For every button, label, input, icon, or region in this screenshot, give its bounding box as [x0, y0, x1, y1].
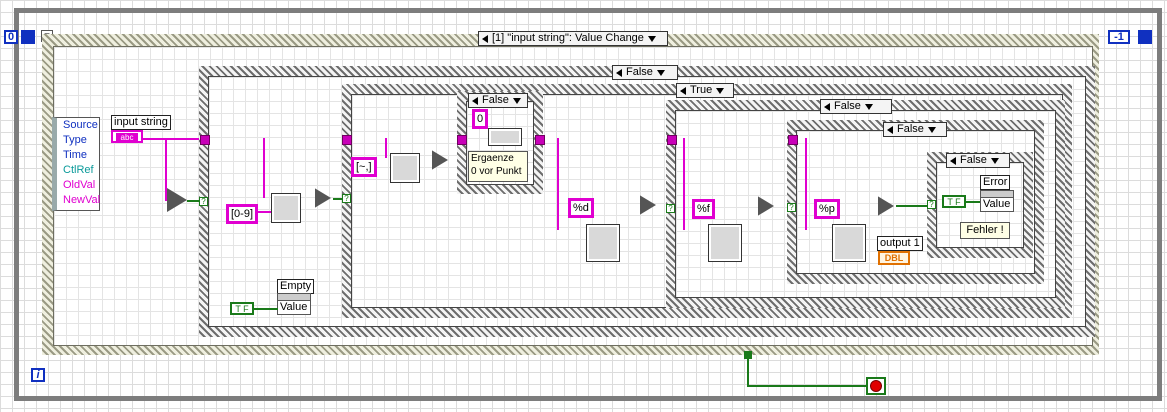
case-1-label: False: [626, 66, 653, 78]
case-5-selector[interactable]: False: [946, 153, 1010, 168]
string-wire-branch[interactable]: [263, 138, 265, 198]
case-selector-terminal[interactable]: ?: [787, 203, 796, 212]
case-small-label: False: [482, 94, 509, 106]
decrement-icon[interactable]: [482, 34, 488, 43]
format-p-constant[interactable]: %p: [814, 199, 840, 219]
dropdown-icon[interactable]: [656, 69, 665, 76]
input-string-label: input string: [111, 115, 171, 130]
bool-wire[interactable]: [896, 205, 928, 207]
output-1-label: output 1: [877, 236, 923, 251]
decrement-icon[interactable]: [887, 125, 893, 134]
bool-wire[interactable]: [966, 201, 980, 203]
empty-label: Empty: [277, 279, 315, 294]
tunnel[interactable]: [667, 135, 677, 145]
event-data-type: Type: [63, 134, 87, 146]
event-data-newval: NewVal: [63, 194, 101, 206]
string-wire[interactable]: [256, 211, 272, 213]
event-case-label: [1] "input string": Value Change: [492, 32, 644, 44]
case-4-label: False: [897, 123, 924, 135]
string-type-icon: abc: [116, 133, 138, 142]
dropdown-icon[interactable]: [864, 103, 873, 110]
case-3-label: False: [834, 100, 861, 112]
event-data-node[interactable]: Source Type Time CtlRef OldVal NewVal: [52, 117, 100, 211]
iteration-terminal: i: [31, 368, 45, 382]
empty-compare[interactable]: [315, 188, 331, 208]
tunnel[interactable]: [457, 135, 467, 145]
dropdown-icon[interactable]: [927, 126, 936, 133]
case-selector-terminal[interactable]: ?: [199, 197, 208, 206]
tunnel[interactable]: [535, 135, 545, 145]
empty-value: Value: [280, 301, 308, 313]
error-label: Error: [980, 175, 1011, 190]
shift-register-right[interactable]: -1: [1108, 30, 1130, 44]
decrement-icon[interactable]: [472, 96, 478, 105]
dropdown-icon[interactable]: [512, 97, 521, 104]
scan-from-string-function[interactable]: [586, 224, 620, 262]
decrement-icon[interactable]: [680, 86, 686, 95]
bool-wire[interactable]: [254, 308, 278, 310]
error-indicator[interactable]: Value: [980, 190, 1014, 212]
string-wire-branch[interactable]: [557, 138, 559, 230]
string-wire-branch[interactable]: [385, 138, 387, 158]
compare-function[interactable]: [758, 196, 774, 216]
case-small-selector[interactable]: False: [468, 93, 528, 108]
regex-digits-constant[interactable]: [0-9]: [226, 204, 259, 224]
empty-string-compare[interactable]: [167, 188, 187, 212]
scan-from-string-function[interactable]: [708, 224, 742, 262]
case-selector-terminal[interactable]: ?: [666, 204, 675, 213]
string-wire-branch[interactable]: [683, 138, 685, 230]
case-1-selector[interactable]: False: [612, 65, 678, 80]
bool-constant[interactable]: T F: [230, 302, 254, 315]
format-f-constant[interactable]: %f: [692, 199, 715, 219]
comment-fehler: Fehler !: [960, 222, 1010, 239]
case-3-selector[interactable]: False: [820, 99, 892, 114]
event-data-ctlref: CtlRef: [63, 164, 94, 176]
case-2-label: True: [690, 84, 713, 96]
dropdown-icon[interactable]: [990, 157, 999, 164]
match-pattern-function[interactable]: [390, 153, 420, 183]
event-case-selector[interactable]: [1] "input string": Value Change: [478, 31, 668, 46]
zero-constant[interactable]: 0: [472, 109, 489, 129]
decrement-icon[interactable]: [824, 102, 830, 111]
case-selector-terminal[interactable]: ?: [927, 200, 936, 209]
compare-function[interactable]: [432, 150, 448, 170]
scan-from-string-function[interactable]: [832, 224, 866, 262]
error-value: Value: [983, 198, 1011, 210]
format-d-constant[interactable]: %d: [568, 198, 594, 218]
bool-wire[interactable]: [747, 358, 749, 386]
case-4-selector[interactable]: False: [883, 122, 947, 137]
match-pattern-function[interactable]: [271, 193, 301, 223]
case-5-label: False: [960, 154, 987, 166]
comment-ergaenze: Ergaenze 0 vor Punkt: [468, 151, 528, 182]
compare-function[interactable]: [640, 195, 656, 215]
concatenate-function[interactable]: [488, 128, 522, 146]
decrement-icon[interactable]: [950, 156, 956, 165]
bool-constant[interactable]: T F: [942, 195, 966, 208]
case-selector-terminal[interactable]: ?: [342, 194, 351, 203]
tunnel[interactable]: [788, 135, 798, 145]
input-string-terminal[interactable]: abc: [111, 130, 143, 143]
case-2-selector[interactable]: True: [676, 83, 734, 98]
string-wire-branch[interactable]: [805, 138, 807, 230]
output-1-indicator[interactable]: DBL: [878, 251, 910, 265]
chevron-down-icon[interactable]: [21, 30, 35, 44]
event-data-source: Source: [63, 119, 98, 131]
bool-wire[interactable]: [747, 385, 868, 387]
dropdown-icon[interactable]: [647, 35, 656, 42]
dropdown-icon[interactable]: [716, 87, 725, 94]
stop-terminal[interactable]: [866, 377, 886, 395]
event-data-time: Time: [63, 149, 88, 161]
chevron-up-icon[interactable]: [1138, 30, 1152, 44]
decrement-icon[interactable]: [616, 68, 622, 77]
compare-function[interactable]: [878, 196, 894, 216]
tunnel[interactable]: [342, 135, 352, 145]
regex-separator-constant[interactable]: [~,]: [351, 157, 377, 177]
stop-icon: [870, 380, 882, 392]
empty-indicator[interactable]: Value: [277, 293, 311, 315]
event-data-oldval: OldVal: [63, 179, 96, 191]
shift-register-left[interactable]: 0: [4, 30, 18, 44]
tunnel[interactable]: [200, 135, 210, 145]
